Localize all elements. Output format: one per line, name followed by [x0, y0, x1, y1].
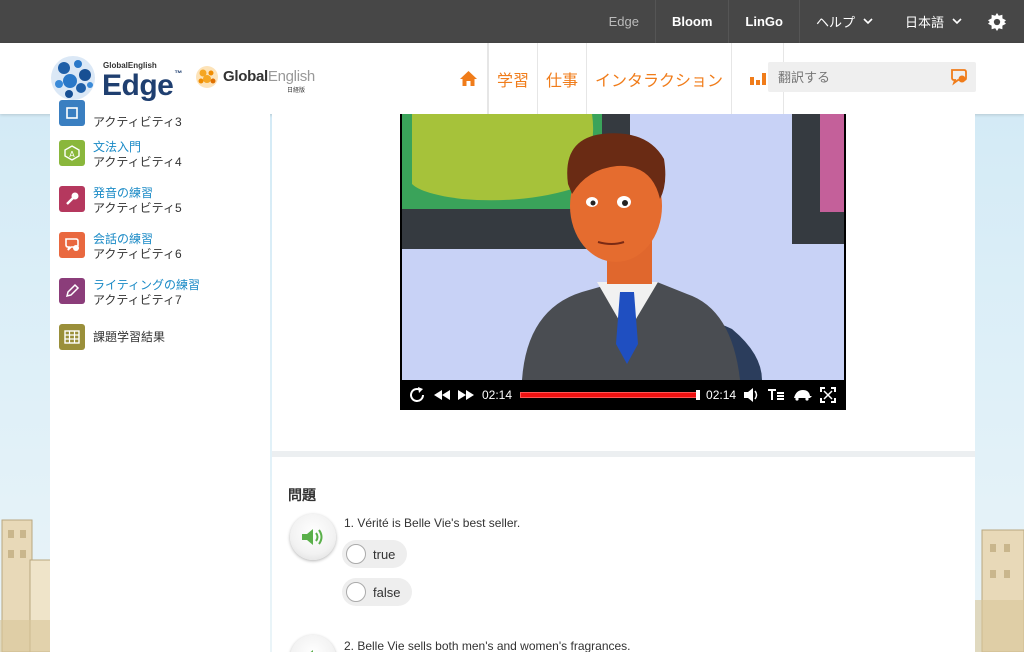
- pronunciation-icon: [59, 186, 85, 212]
- edge-globe-icon: [51, 56, 95, 100]
- city-illustration-right: [974, 529, 1024, 652]
- settings-gear-icon[interactable]: [978, 0, 1024, 43]
- question-text: 2. Belle Vie sells both men's and women'…: [344, 639, 631, 652]
- questions-panel: 問題 1. Vérité is Belle Vie's best seller.…: [272, 457, 975, 652]
- language-menu[interactable]: 日本語: [889, 0, 978, 43]
- main-nav: 学習 仕事 インタラクション: [450, 43, 785, 114]
- slow-speed-turtle-icon[interactable]: [792, 389, 813, 401]
- activity-title: 発音の練習: [93, 186, 154, 200]
- replay-icon[interactable]: [408, 386, 426, 404]
- topbar-link-lingo[interactable]: LinGo: [728, 0, 799, 43]
- progress-bar[interactable]: [520, 390, 701, 400]
- nav-learn[interactable]: 学習: [488, 43, 539, 114]
- partial-icon: [59, 100, 85, 126]
- help-menu[interactable]: ヘルプ: [798, 0, 889, 43]
- activity-number: アクティビティ4: [93, 155, 182, 169]
- activity-number: アクティビティ6: [93, 247, 182, 261]
- topbar-link-edge[interactable]: Edge: [593, 0, 655, 43]
- activity-item-5[interactable]: 発音の練習 アクティビティ5: [59, 186, 182, 216]
- play-audio-button[interactable]: [290, 514, 336, 560]
- volume-icon[interactable]: [744, 388, 760, 402]
- grammar-icon: A: [59, 140, 85, 166]
- answer-option-false[interactable]: false: [342, 578, 413, 606]
- activity-item-7[interactable]: ライティングの練習 アクティビティ7: [59, 278, 200, 308]
- answer-label: false: [373, 584, 401, 600]
- activity-title: [93, 100, 182, 115]
- city-illustration-left: [0, 519, 52, 652]
- video-player[interactable]: 02:14 02:14: [400, 114, 846, 410]
- help-menu-label: ヘルプ: [815, 15, 855, 30]
- activity-number: アクティビティ7: [93, 293, 182, 307]
- edge-logo-text: Edge™: [102, 69, 182, 102]
- activity-title: ライティングの練習: [93, 278, 201, 292]
- nav-interaction[interactable]: インタラクション: [587, 43, 733, 114]
- translate-search: [768, 62, 976, 92]
- globalenglish-dots-icon: [196, 66, 218, 88]
- translate-input[interactable]: [768, 62, 938, 92]
- activity-title: 会話の練習: [93, 232, 154, 246]
- translate-bubble-icon[interactable]: [950, 68, 968, 86]
- nav-work[interactable]: 仕事: [538, 43, 588, 114]
- home-icon[interactable]: [450, 43, 488, 114]
- questions-title: 問題: [288, 487, 316, 503]
- globalenglish-edge-logo[interactable]: GlobalEnglish Edge™: [50, 55, 182, 103]
- radio-button[interactable]: [346, 544, 366, 564]
- conversation-icon: [59, 232, 85, 258]
- activity-item-6[interactable]: 会話の練習 アクティビティ6: [59, 232, 182, 262]
- results-item[interactable]: 課題学習結果: [59, 324, 165, 350]
- globalenglish-logo-text: GlobalEnglish: [223, 68, 315, 85]
- duration-time: 02:14: [706, 388, 737, 402]
- activity-item-3[interactable]: アクティビティ3: [59, 100, 182, 130]
- top-bar: Edge Bloom LinGo ヘルプ 日本語: [0, 0, 1024, 43]
- answer-label: true: [373, 546, 396, 562]
- activity-number: アクティビティ5: [93, 201, 182, 215]
- elapsed-time: 02:14: [482, 388, 513, 402]
- activity-sidebar: アクティビティ3 A 文法入門 アクティビティ4 発音の練習 アクティビティ5 会話…: [50, 100, 270, 652]
- writing-icon: [59, 278, 85, 304]
- play-audio-button[interactable]: [290, 635, 336, 652]
- speaker-icon: [302, 529, 323, 545]
- video-panel: 02:14 02:14: [272, 114, 975, 451]
- activity-title: 文法入門: [93, 140, 142, 154]
- video-frame-illustration: [402, 114, 844, 380]
- transcript-icon[interactable]: [768, 389, 785, 401]
- activity-number: アクティビティ3: [93, 115, 182, 129]
- fullscreen-icon[interactable]: [820, 387, 837, 403]
- chevron-down-icon: [863, 16, 873, 28]
- svg-text:A: A: [69, 150, 75, 159]
- language-menu-label: 日本語: [904, 15, 944, 30]
- question-text: 1. Vérité is Belle Vie's best seller.: [344, 516, 521, 530]
- fast-forward-icon[interactable]: [458, 390, 474, 400]
- results-grid-icon: [59, 324, 85, 350]
- rewind-icon[interactable]: [434, 390, 450, 400]
- chevron-down-icon: [952, 16, 962, 28]
- answer-option-true[interactable]: true: [342, 540, 408, 568]
- topbar-link-bloom[interactable]: Bloom: [654, 0, 728, 43]
- globalenglish-logo-subtext: 日経版: [287, 88, 306, 94]
- radio-button[interactable]: [346, 582, 366, 602]
- activity-item-4[interactable]: A 文法入門 アクティビティ4: [59, 140, 182, 170]
- results-label: 課題学習結果: [93, 330, 166, 344]
- video-controls: 02:14 02:14: [400, 380, 846, 410]
- globalenglish-logo[interactable]: GlobalEnglish 日経版: [195, 63, 325, 97]
